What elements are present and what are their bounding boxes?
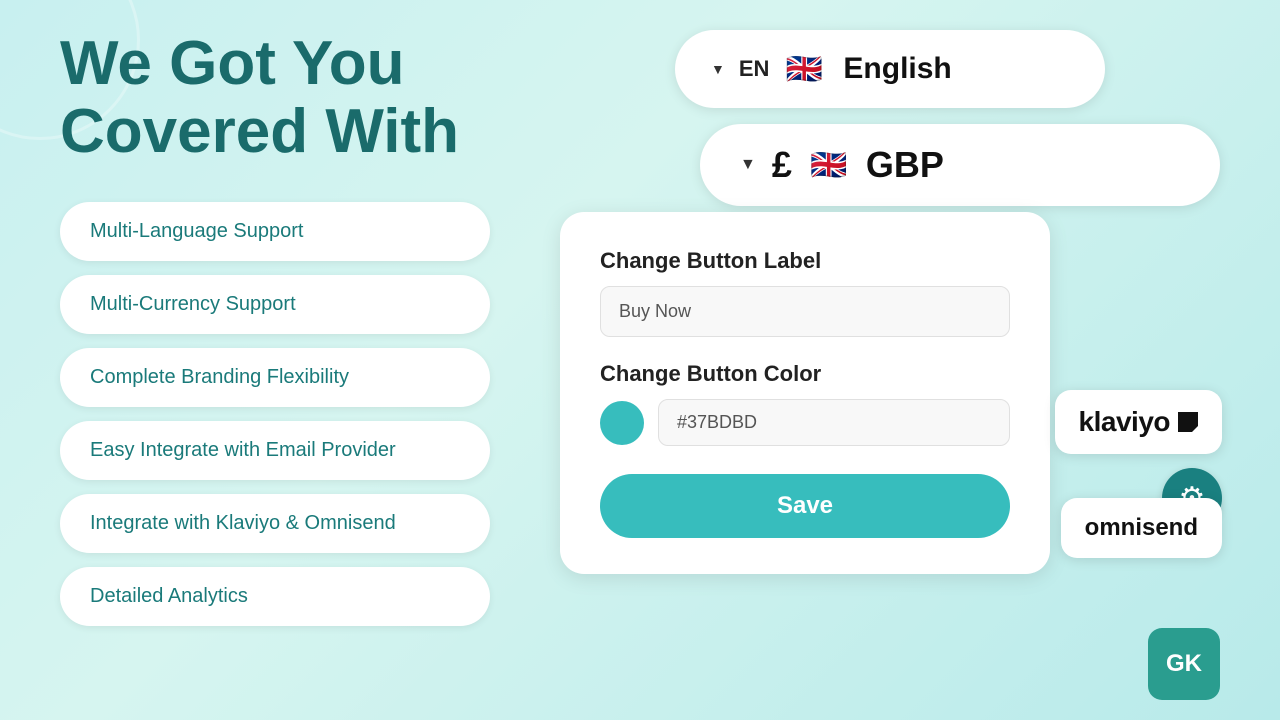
branding-card: Change Button Label Change Button Color … [560,212,1050,574]
feature-list: Multi-Language Support Multi-Currency Su… [60,202,570,626]
language-name: English [843,52,951,86]
color-swatch[interactable] [600,401,644,445]
left-section: We Got You Covered With Multi-Language S… [60,30,570,626]
save-button[interactable]: Save [600,474,1010,538]
language-selector[interactable]: ▼ EN 🇬🇧 English [675,30,1105,108]
button-color-title: Change Button Color [600,361,1010,387]
omnisend-label: omnisend [1085,514,1198,541]
main-title: We Got You Covered With [60,30,570,166]
currency-symbol: £ [772,144,792,186]
klaviyo-label: klaviyo [1079,406,1170,438]
feature-item-4[interactable]: Integrate with Klaviyo & Omnisend [60,494,490,553]
color-row [600,399,1010,446]
klaviyo-badge: klaviyo [1055,390,1222,454]
color-input[interactable] [658,399,1010,446]
currency-selector[interactable]: ▼ £ 🇬🇧 GBP [700,124,1220,206]
feature-item-3[interactable]: Easy Integrate with Email Provider [60,421,490,480]
feature-item-0[interactable]: Multi-Language Support [60,202,490,261]
button-label-title: Change Button Label [600,248,1010,274]
feature-item-1[interactable]: Multi-Currency Support [60,275,490,334]
klaviyo-icon [1178,412,1198,432]
chevron-down-icon: ▼ [740,156,756,174]
currency-code: GBP [866,144,944,186]
feature-item-5[interactable]: Detailed Analytics [60,567,490,626]
right-section: ▼ EN 🇬🇧 English ▼ £ 🇬🇧 GBP Change Button… [560,30,1220,574]
button-label-input[interactable] [600,286,1010,337]
feature-item-2[interactable]: Complete Branding Flexibility [60,348,490,407]
language-code: EN [739,56,770,82]
logo-icon: GK [1166,650,1202,678]
currency-flag: 🇬🇧 [808,144,850,186]
bottom-logo: GK [1148,628,1220,700]
chevron-down-icon: ▼ [711,61,725,77]
omnisend-badge: omnisend [1061,498,1222,558]
language-flag: 🇬🇧 [783,48,825,90]
